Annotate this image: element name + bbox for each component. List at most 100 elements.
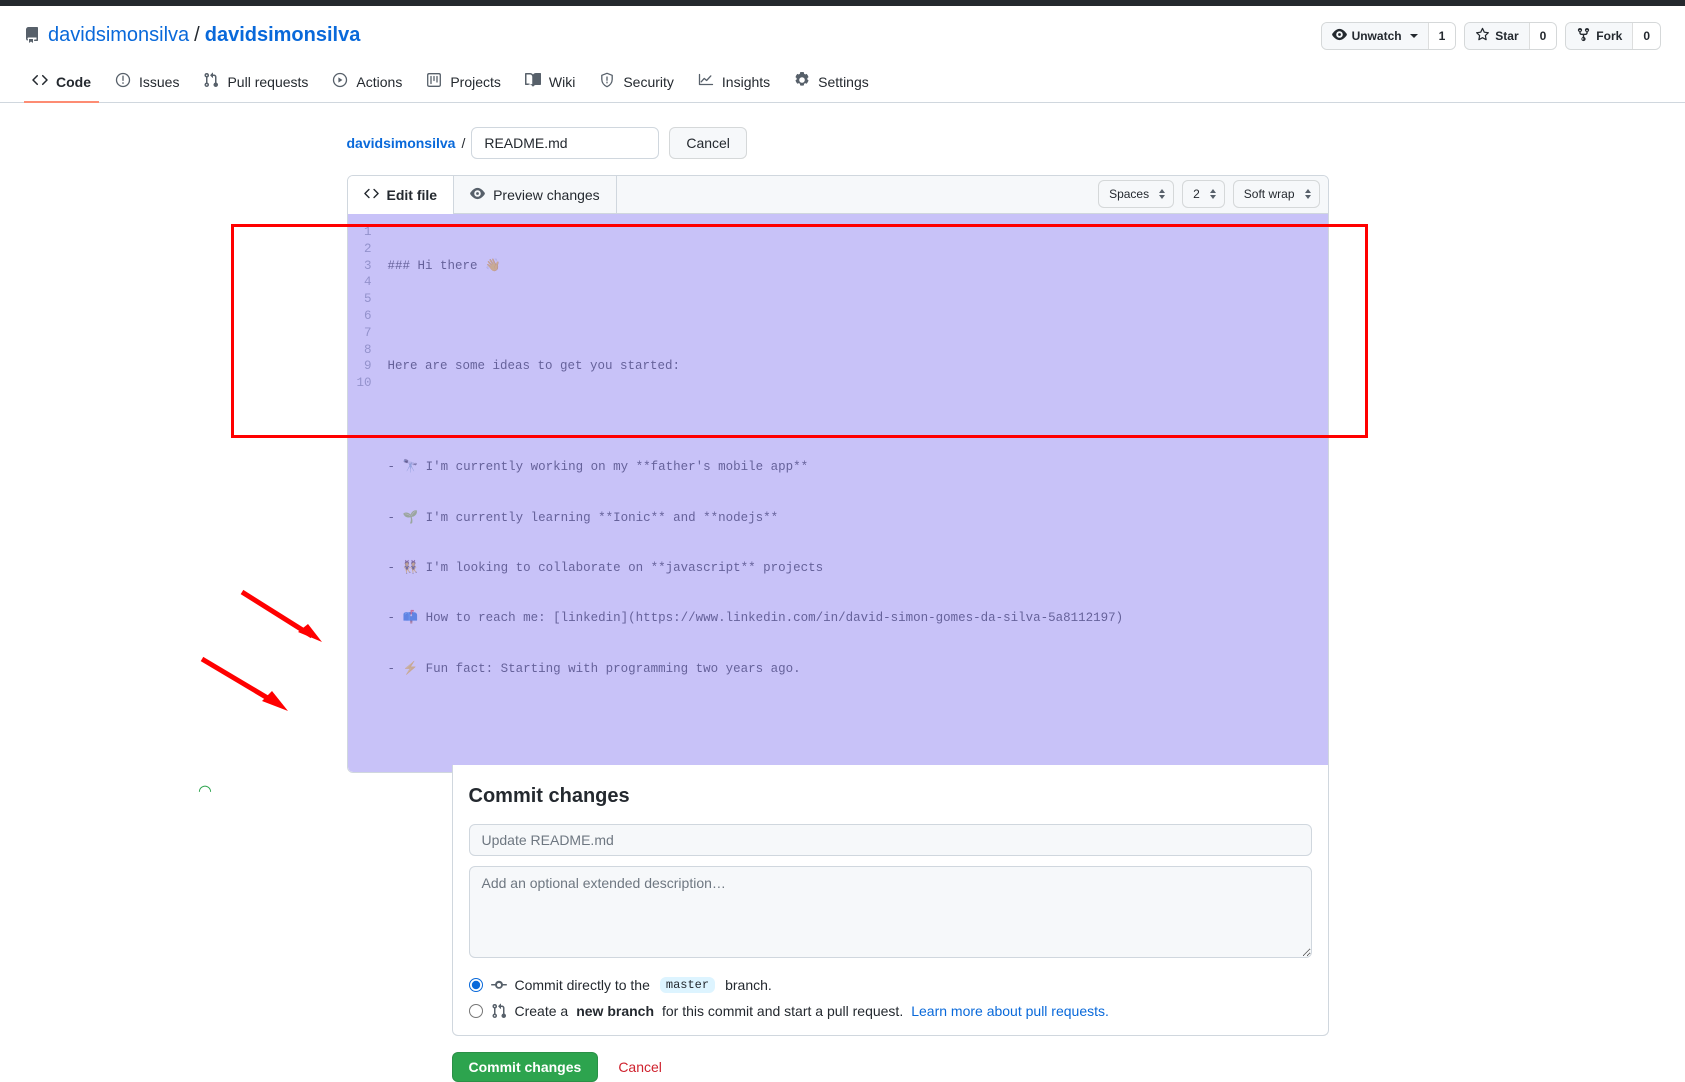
commit-direct-suffix: branch.	[725, 976, 772, 993]
file-path-row: davidsimonsilva / Cancel	[167, 127, 1519, 159]
fork-count: 0	[1632, 23, 1660, 49]
indent-size-value: 2	[1193, 187, 1200, 201]
indent-mode-value: Spaces	[1109, 187, 1150, 201]
tab-wiki[interactable]: Wiki	[517, 64, 583, 103]
tab-issues-label: Issues	[139, 73, 180, 90]
commit-branch-mid: for this commit and start a pull request…	[662, 1002, 904, 1019]
cancel-rename-button[interactable]: Cancel	[669, 127, 747, 159]
line-number: 1	[363, 225, 372, 239]
star-button[interactable]: Star	[1465, 23, 1529, 49]
eye-icon	[1331, 27, 1347, 45]
code-editor-area[interactable]: 1 2 3 4 5 6 7 8 9 10 ### Hi there 👋 Here…	[347, 214, 1328, 772]
fork-button[interactable]: Fork	[1566, 23, 1633, 49]
tab-edit-file-label: Edit file	[386, 187, 438, 203]
fork-icon	[1576, 27, 1591, 45]
tab-preview-changes-label: Preview changes	[493, 186, 600, 203]
tab-actions[interactable]: Actions	[324, 64, 410, 103]
star-button-group[interactable]: Star 0	[1464, 22, 1558, 50]
unwatch-button[interactable]: Unwatch	[1321, 23, 1428, 49]
git-pull-request-icon	[203, 72, 219, 91]
tab-code[interactable]: Code	[24, 64, 99, 103]
tab-pull-requests[interactable]: Pull requests	[195, 64, 316, 103]
shield-icon	[599, 72, 615, 91]
file-path-owner-link[interactable]: davidsimonsilva	[347, 135, 456, 151]
git-commit-icon	[490, 977, 507, 993]
tab-code-label: Code	[56, 73, 91, 90]
watch-count: 1	[1427, 23, 1456, 49]
line-number: 10	[356, 376, 372, 391]
repo-name-link[interactable]: davidsimonsilva	[205, 24, 361, 47]
tab-security[interactable]: Security	[591, 64, 682, 103]
code-line: - 🌱 I'm currently learning **Ionic** and…	[387, 510, 779, 525]
book-icon	[524, 72, 541, 91]
line-number: 3	[363, 258, 372, 273]
commit-branch-prefix: Create a	[514, 1002, 569, 1019]
watch-button-group[interactable]: Unwatch 1	[1320, 22, 1457, 50]
eye-icon	[470, 186, 485, 204]
cancel-commit-button[interactable]: Cancel	[606, 1053, 674, 1081]
tab-settings-label: Settings	[818, 73, 869, 90]
line-number: 2	[363, 241, 372, 256]
indent-mode-select[interactable]: Spaces	[1098, 180, 1175, 208]
commit-option-direct-row[interactable]: Commit directly to the master branch.	[468, 976, 1312, 993]
line-number: 4	[363, 275, 372, 290]
commit-option-new-branch-row[interactable]: Create a new branch for this commit and …	[468, 1002, 1312, 1019]
tab-settings[interactable]: Settings	[786, 64, 877, 103]
commit-new-branch-radio[interactable]	[468, 1003, 483, 1018]
file-editor: Edit file Preview changes Spaces 2 Soft …	[346, 175, 1329, 773]
repo-owner-link[interactable]: davidsimonsilva	[48, 24, 189, 47]
commit-direct-prefix: Commit directly to the	[514, 976, 650, 993]
pull-requests-learn-more-link[interactable]: Learn more about pull requests.	[911, 1003, 1109, 1019]
filename-input[interactable]	[471, 127, 660, 159]
repo-nav-tabs: Code Issues Pull requests Actions Projec…	[0, 64, 1685, 103]
repo-actions: Unwatch 1 Star 0 Fork 0	[1320, 22, 1661, 50]
star-icon	[1475, 27, 1490, 45]
chevron-updown-icon	[1159, 189, 1166, 199]
editor-settings: Spaces 2 Soft wrap	[1098, 180, 1320, 208]
wrap-mode-value: Soft wrap	[1243, 187, 1295, 201]
code-icon	[32, 72, 48, 91]
chevron-down-icon	[1409, 34, 1418, 38]
tab-pull-requests-label: Pull requests	[227, 73, 309, 90]
wrap-mode-select[interactable]: Soft wrap	[1232, 180, 1320, 208]
issue-opened-icon	[115, 72, 131, 91]
tab-projects-label: Projects	[450, 73, 501, 90]
commit-summary-input[interactable]	[468, 823, 1312, 856]
code-line: - ⚡ Fun fact: Starting with programming …	[387, 661, 801, 676]
tab-edit-file[interactable]: Edit file	[347, 176, 455, 214]
repo-icon	[24, 27, 40, 43]
star-label: Star	[1495, 29, 1519, 43]
indent-size-select[interactable]: 2	[1182, 180, 1225, 208]
repo-breadcrumb-separator: /	[194, 23, 200, 46]
tab-wiki-label: Wiki	[548, 73, 576, 90]
star-count: 0	[1528, 23, 1557, 49]
tab-insights[interactable]: Insights	[690, 64, 778, 103]
tab-preview-changes[interactable]: Preview changes	[454, 176, 617, 213]
project-icon	[426, 72, 442, 91]
chevron-updown-icon	[1209, 189, 1216, 199]
tab-issues[interactable]: Issues	[107, 64, 187, 103]
tab-actions-label: Actions	[356, 73, 403, 90]
commit-changes-button[interactable]: Commit changes	[451, 1051, 599, 1082]
repo-header: davidsimonsilva / davidsimonsilva Unwatc…	[0, 6, 1685, 52]
tab-projects[interactable]: Projects	[418, 64, 509, 103]
editor-toolbar: Edit file Preview changes Spaces 2 Soft …	[347, 176, 1328, 214]
play-icon	[332, 72, 348, 91]
line-number: 6	[363, 308, 372, 323]
fork-label: Fork	[1596, 29, 1623, 43]
git-pull-request-icon	[491, 1003, 507, 1019]
line-number: 8	[363, 342, 372, 357]
graph-icon	[698, 72, 714, 91]
line-number: 9	[363, 359, 372, 374]
commit-direct-radio[interactable]	[468, 977, 483, 992]
commit-footer-actions: Commit changes Cancel	[451, 1051, 1519, 1082]
code-text[interactable]: ### Hi there 👋 Here are some ideas to ge…	[376, 214, 1328, 772]
commit-changes-panel: Commit changes Commit directly to the ma…	[451, 764, 1329, 1036]
fork-button-group[interactable]: Fork 0	[1565, 22, 1661, 50]
loading-spinner: ◠	[198, 781, 212, 800]
commit-description-textarea[interactable]	[468, 865, 1312, 958]
file-path-separator: /	[461, 135, 466, 151]
